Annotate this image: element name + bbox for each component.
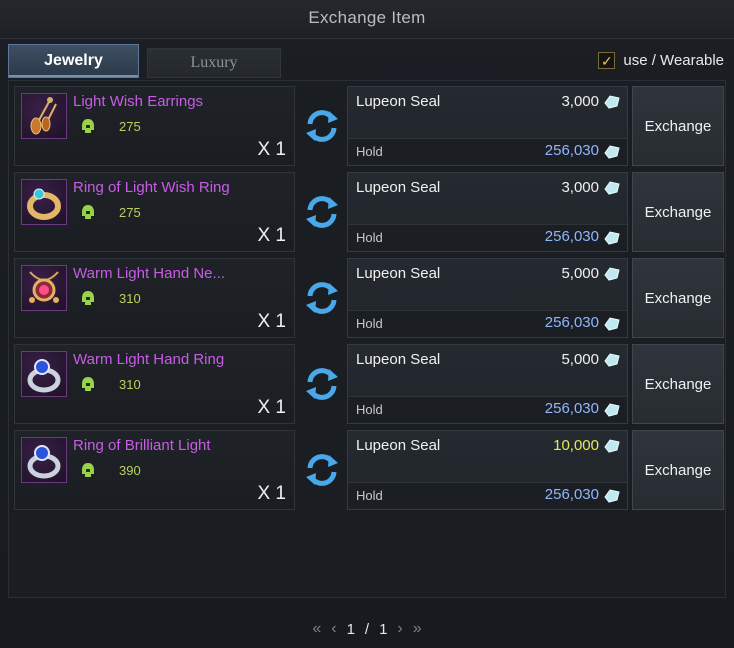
exchange-item-window: Exchange Item Jewelry Luxury ✓ use / Wea… xyxy=(0,0,734,648)
exchange-arrows-icon xyxy=(306,282,338,314)
exchange-row: Light Wish Earrings 275 X 1 Lupeon Seal … xyxy=(14,86,726,168)
item-name: Light Wish Earrings xyxy=(73,93,204,110)
helmet-icon xyxy=(82,291,94,305)
hold-amount: 256,030 xyxy=(544,314,599,331)
hold-label: Hold xyxy=(356,144,383,159)
exchange-button[interactable]: Exchange xyxy=(632,430,724,510)
exchange-row: Warm Light Hand Ring 310 X 1 Lupeon Seal… xyxy=(14,344,726,426)
lupeon-seal-icon xyxy=(604,267,620,281)
necklace-icon[interactable] xyxy=(21,265,67,311)
hold-label: Hold xyxy=(356,402,383,417)
cost-box: Lupeon Seal 10,000 Hold 256,030 xyxy=(347,430,628,510)
lupeon-seal-icon xyxy=(604,145,620,159)
cost-box: Lupeon Seal 3,000 Hold 256,030 xyxy=(347,172,628,252)
ring-gold-icon[interactable] xyxy=(21,179,67,225)
pagination: « ‹ 1 / 1 › » xyxy=(0,620,734,638)
item-level: 310 xyxy=(119,291,141,306)
total-pages: 1 xyxy=(379,620,388,638)
item-name: Ring of Light Wish Ring xyxy=(73,179,230,196)
cost-box: Lupeon Seal 5,000 Hold 256,030 xyxy=(347,258,628,338)
first-page-icon[interactable]: « xyxy=(312,620,321,638)
hold-label: Hold xyxy=(356,230,383,245)
lupeon-seal-icon xyxy=(604,181,620,195)
use-wearable-label: use / Wearable xyxy=(623,52,724,69)
helmet-icon xyxy=(82,377,94,391)
current-page: 1 xyxy=(346,620,355,638)
exchange-row: Ring of Brilliant Light 390 X 1 Lupeon S… xyxy=(14,430,726,512)
prev-page-icon[interactable]: ‹ xyxy=(331,620,336,638)
last-page-icon[interactable]: » xyxy=(413,620,422,638)
helmet-icon xyxy=(82,119,94,133)
exchange-row: Ring of Light Wish Ring 275 X 1 Lupeon S… xyxy=(14,172,726,254)
item-quantity: X 1 xyxy=(257,397,286,418)
item-box[interactable]: Warm Light Hand Ring 310 X 1 xyxy=(14,344,295,424)
item-quantity: X 1 xyxy=(257,483,286,504)
hold-label: Hold xyxy=(356,488,383,503)
item-box[interactable]: Warm Light Hand Ne... 310 X 1 xyxy=(14,258,295,338)
next-page-icon[interactable]: › xyxy=(397,620,402,638)
item-quantity: X 1 xyxy=(257,139,286,160)
earrings-icon[interactable] xyxy=(21,93,67,139)
item-box[interactable]: Light Wish Earrings 275 X 1 xyxy=(14,86,295,166)
currency-name: Lupeon Seal xyxy=(356,179,441,196)
helmet-icon xyxy=(82,463,94,477)
lupeon-seal-icon xyxy=(604,353,620,367)
exchange-arrows-icon xyxy=(306,454,338,486)
hold-amount: 256,030 xyxy=(544,142,599,159)
item-quantity: X 1 xyxy=(257,311,286,332)
exchange-arrows-icon xyxy=(306,368,338,400)
exchange-button[interactable]: Exchange xyxy=(632,258,724,338)
lupeon-seal-icon xyxy=(604,403,620,417)
hold-amount: 256,030 xyxy=(544,486,599,503)
item-level: 310 xyxy=(119,377,141,392)
cost-box: Lupeon Seal 5,000 Hold 256,030 xyxy=(347,344,628,424)
exchange-button[interactable]: Exchange xyxy=(632,344,724,424)
lupeon-seal-icon xyxy=(604,439,620,453)
item-quantity: X 1 xyxy=(257,225,286,246)
exchange-button[interactable]: Exchange xyxy=(632,86,724,166)
currency-name: Lupeon Seal xyxy=(356,265,441,282)
ring-sapphire-icon[interactable] xyxy=(21,351,67,397)
cost-box: Lupeon Seal 3,000 Hold 256,030 xyxy=(347,86,628,166)
item-name: Warm Light Hand Ring xyxy=(73,351,225,368)
item-level: 275 xyxy=(119,119,141,134)
currency-name: Lupeon Seal xyxy=(356,437,441,454)
cost-amount: 3,000 xyxy=(561,93,599,110)
window-title: Exchange Item xyxy=(308,8,426,27)
cost-amount: 5,000 xyxy=(561,265,599,282)
item-level: 390 xyxy=(119,463,141,478)
page-separator: / xyxy=(364,620,370,638)
item-level: 275 xyxy=(119,205,141,220)
lupeon-seal-icon xyxy=(604,489,620,503)
exchange-arrows-icon xyxy=(306,196,338,228)
ring-sapphire-icon[interactable] xyxy=(21,437,67,483)
use-wearable-checkbox[interactable]: ✓ xyxy=(598,52,616,69)
use-wearable-filter[interactable]: ✓ use / Wearable xyxy=(598,52,724,69)
lupeon-seal-icon xyxy=(604,95,620,109)
item-name: Ring of Brilliant Light xyxy=(73,437,211,454)
hold-label: Hold xyxy=(356,316,383,331)
lupeon-seal-icon xyxy=(604,317,620,331)
item-box[interactable]: Ring of Brilliant Light 390 X 1 xyxy=(14,430,295,510)
helmet-icon xyxy=(82,205,94,219)
tab-jewelry[interactable]: Jewelry xyxy=(8,44,139,78)
exchange-button[interactable]: Exchange xyxy=(632,172,724,252)
cost-amount: 3,000 xyxy=(561,179,599,196)
hold-amount: 256,030 xyxy=(544,228,599,245)
cost-amount: 5,000 xyxy=(561,351,599,368)
lupeon-seal-icon xyxy=(604,231,620,245)
cost-amount: 10,000 xyxy=(553,437,599,454)
hold-amount: 256,030 xyxy=(544,400,599,417)
currency-name: Lupeon Seal xyxy=(356,93,441,110)
tab-luxury[interactable]: Luxury xyxy=(147,48,281,78)
title-bar: Exchange Item xyxy=(0,0,734,39)
item-box[interactable]: Ring of Light Wish Ring 275 X 1 xyxy=(14,172,295,252)
exchange-arrows-icon xyxy=(306,110,338,142)
currency-name: Lupeon Seal xyxy=(356,351,441,368)
item-name: Warm Light Hand Ne... xyxy=(73,265,225,282)
exchange-row: Warm Light Hand Ne... 310 X 1 Lupeon Sea… xyxy=(14,258,726,340)
